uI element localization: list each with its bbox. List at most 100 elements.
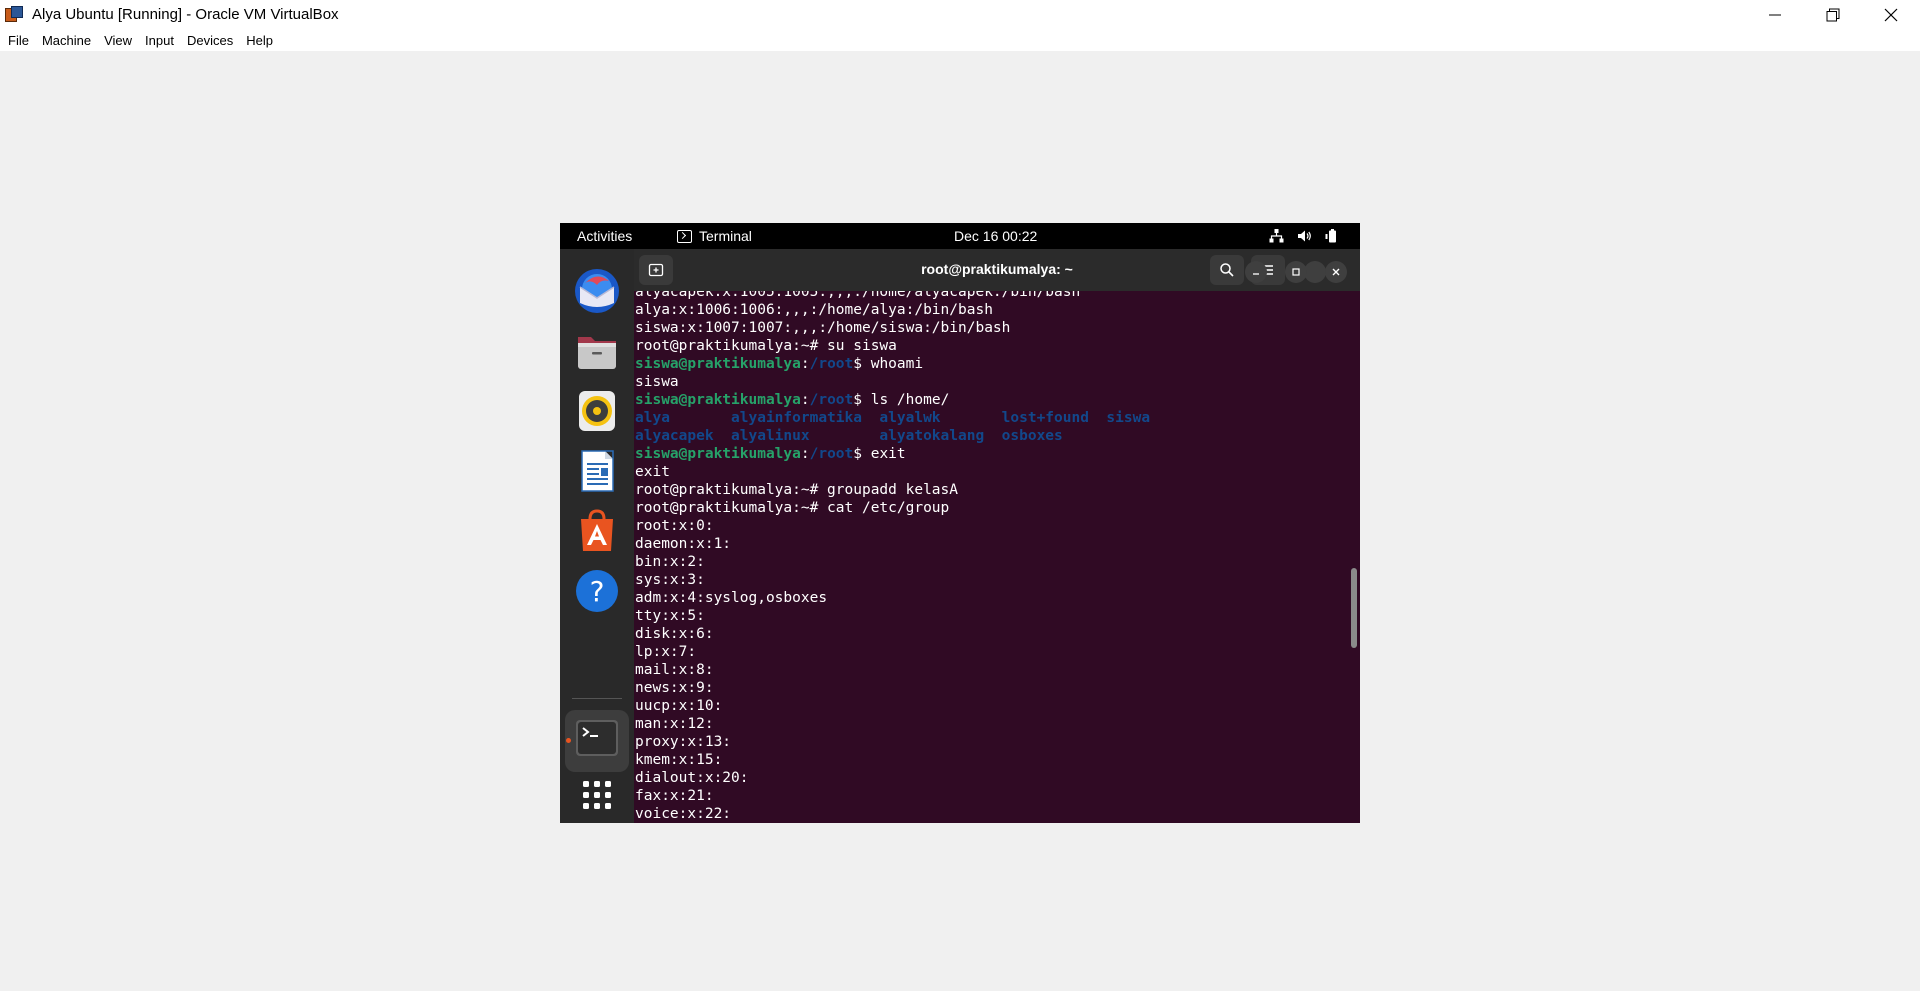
terminal-window[interactable]: root@praktikumalya: ~ alyacapek:x:1005:1…	[634, 249, 1360, 823]
libreoffice-writer-icon[interactable]	[573, 447, 621, 495]
terminal-line: siswa	[635, 373, 1150, 391]
terminal-line: kmem:x:15:	[635, 751, 1150, 769]
menu-file[interactable]: File	[4, 33, 34, 48]
prompt-user: siswa@praktikumalya	[635, 356, 801, 372]
terminal-text: alyacapek:x:1005:1005:,,,:/home/alyacape…	[635, 291, 1081, 300]
terminal-text: lp:x:7:	[635, 644, 697, 660]
dock-separator	[572, 698, 622, 699]
terminal-text: mail:x:8:	[635, 662, 714, 678]
terminal-line: siswa:x:1007:1007:,,,:/home/siswa:/bin/b…	[635, 319, 1150, 337]
terminal-text: dialout:x:20:	[635, 770, 749, 786]
terminal-line: alyacapek:x:1005:1005:,,,:/home/alyacape…	[635, 291, 1150, 301]
prompt-path: /root	[809, 356, 854, 372]
terminal-line: daemon:x:1:	[635, 535, 1150, 553]
terminal-line: root@praktikumalya:~# cat /etc/group	[635, 499, 1150, 517]
terminal-text: $ exit	[853, 446, 906, 462]
terminal-line: voice:x:22:	[635, 805, 1150, 823]
running-indicator	[566, 738, 571, 743]
clock[interactable]: Dec 16 00:22	[954, 228, 1037, 244]
gnome-top-bar: Activities Terminal Dec 16 00:22	[560, 223, 1360, 249]
network-icon	[1269, 229, 1284, 243]
terminal-text: root@praktikumalya:~# groupadd kelasA	[635, 482, 959, 498]
files-icon[interactable]	[573, 327, 621, 375]
volume-icon	[1297, 229, 1312, 243]
terminal-scrollbar[interactable]	[1351, 568, 1357, 648]
menu-input[interactable]: Input	[141, 33, 179, 48]
thunderbird-icon[interactable]	[573, 267, 621, 315]
power-icon	[1325, 229, 1340, 243]
terminal-text: $ ls /home/	[853, 392, 950, 408]
terminal-text: sys:x:3:	[635, 572, 705, 588]
menu-view[interactable]: View	[100, 33, 137, 48]
terminal-text: uucp:x:10:	[635, 698, 723, 714]
terminal-line: root@praktikumalya:~# groupadd kelasA	[635, 481, 1150, 499]
terminal-line: disk:x:6:	[635, 625, 1150, 643]
system-tray[interactable]	[1269, 229, 1340, 243]
terminal-line: sys:x:3:	[635, 571, 1150, 589]
show-apps-icon[interactable]	[573, 771, 621, 819]
rhythmbox-icon[interactable]	[573, 387, 621, 435]
minimize-icon	[1253, 273, 1259, 275]
terminal-line: root:x:0:	[635, 517, 1150, 535]
terminal-line: lp:x:7:	[635, 643, 1150, 661]
close-button[interactable]	[1862, 0, 1920, 29]
close-icon	[1884, 8, 1898, 21]
help-icon[interactable]: ?	[573, 567, 621, 615]
terminal-line: root@praktikumalya:~# su siswa	[635, 337, 1150, 355]
terminal-icon[interactable]	[573, 714, 621, 762]
terminal-small-icon	[677, 229, 692, 243]
terminal-text: news:x:9:	[635, 680, 714, 696]
menu-bar: File Machine View Input Devices Help	[0, 29, 1920, 51]
terminal-text: fax:x:21:	[635, 788, 714, 804]
guest-screen[interactable]: Activities Terminal Dec 16 00:22 ? root@…	[560, 223, 1360, 823]
terminal-line: alya:x:1006:1006:,,,:/home/alya:/bin/bas…	[635, 301, 1150, 319]
minimize-icon	[1769, 14, 1781, 15]
app-menu-terminal[interactable]: Terminal	[677, 228, 752, 244]
menu-machine[interactable]: Machine	[38, 33, 96, 48]
restore-button[interactable]	[1804, 0, 1862, 29]
terminal-line: dialout:x:20:	[635, 769, 1150, 787]
restore-icon	[1826, 8, 1840, 21]
terminal-line: exit	[635, 463, 1150, 481]
terminal-text: tty:x:5:	[635, 608, 705, 624]
terminal-text: disk:x:6:	[635, 626, 714, 642]
terminal-text: :	[800, 392, 810, 408]
window-title: Alya Ubuntu [Running] - Oracle VM Virtua…	[32, 6, 339, 23]
menu-help[interactable]: Help	[242, 33, 278, 48]
terminal-line: adm:x:4:syslog,osboxes	[635, 589, 1150, 607]
terminal-line: fax:x:21:	[635, 787, 1150, 805]
prompt-user: siswa@praktikumalya	[635, 446, 801, 462]
terminal-text: man:x:12:	[635, 716, 714, 732]
terminal-text: voice:x:22:	[635, 806, 732, 822]
terminal-text: daemon:x:1:	[635, 536, 732, 552]
terminal-output[interactable]: alyacapek:x:1005:1005:,,,:/home/alyacape…	[634, 291, 1360, 823]
terminal-line: siswa@praktikumalya:/root$ whoami	[635, 355, 1150, 373]
activities-button[interactable]: Activities	[577, 228, 632, 244]
terminal-text: exit	[635, 464, 670, 480]
terminal-min-btn[interactable]	[1245, 261, 1267, 283]
app-menu-label: Terminal	[699, 228, 752, 244]
window-titlebar: Alya Ubuntu [Running] - Oracle VM Virtua…	[0, 0, 1920, 29]
terminal-text: proxy:x:13:	[635, 734, 732, 750]
terminal-maximize-button[interactable]	[1285, 261, 1307, 283]
terminal-line: bin:x:2:	[635, 553, 1150, 571]
terminal-line: tty:x:5:	[635, 607, 1150, 625]
terminal-text: bin:x:2:	[635, 554, 705, 570]
terminal-text: kmem:x:15:	[635, 752, 723, 768]
terminal-text: alya:x:1006:1006:,,,:/home/alya:/bin/bas…	[635, 302, 993, 318]
menu-devices[interactable]: Devices	[183, 33, 238, 48]
virtualbox-icon	[4, 5, 24, 25]
terminal-line: news:x:9:	[635, 679, 1150, 697]
terminal-line: alya alyainformatika alyalwk lost+found …	[635, 409, 1150, 427]
app-center-icon[interactable]	[573, 507, 621, 555]
terminal-minimize-button-alt	[1304, 261, 1326, 283]
terminal-text: $ whoami	[853, 356, 924, 372]
minimize-button[interactable]	[1746, 0, 1804, 29]
terminal-text: siswa	[635, 374, 679, 390]
terminal-close-button[interactable]	[1325, 261, 1347, 283]
search-button[interactable]	[1210, 255, 1244, 285]
terminal-line: man:x:12:	[635, 715, 1150, 733]
close-icon	[1332, 268, 1340, 276]
prompt-path: /root	[809, 446, 854, 462]
terminal-text: adm:x:4:syslog,osboxes	[635, 590, 828, 606]
